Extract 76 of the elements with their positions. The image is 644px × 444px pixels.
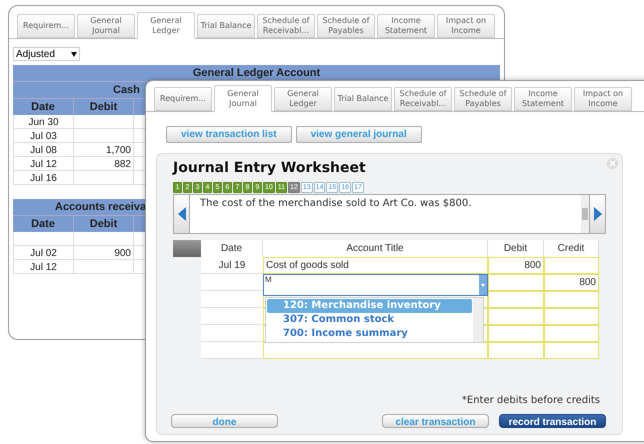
date-cell: Jul 03 — [13, 129, 74, 142]
next-button[interactable] — [589, 195, 605, 233]
tab[interactable]: Requirem... — [154, 87, 212, 111]
tab[interactable]: General Journal — [214, 85, 272, 112]
worksheet-title: Journal Entry Worksheet — [173, 159, 367, 178]
ledger-title: General Ledger Account — [13, 65, 500, 81]
close-icon[interactable] — [607, 158, 618, 169]
transaction-description: The cost of the merchandise sold to Art Co. was $800. — [199, 197, 472, 211]
date-cell: Jun 30 — [13, 115, 74, 128]
action-button[interactable]: record transaction — [499, 414, 606, 428]
debit-cell[interactable] — [488, 325, 544, 342]
dropdown-toggle[interactable] — [479, 275, 487, 295]
tab[interactable]: Schedule of Payables — [454, 87, 512, 111]
tab[interactable]: Schedule of Receivabl... — [394, 87, 452, 111]
action-button[interactable]: clear transaction — [382, 414, 489, 428]
column-header: Date — [201, 240, 263, 257]
view-dropdown[interactable]: Adjusted — [13, 47, 80, 61]
tab[interactable]: Income Statement — [514, 87, 572, 111]
dropdown-option[interactable]: 700: Income summary — [267, 327, 472, 341]
date-cell — [201, 342, 263, 359]
tab[interactable]: General Ledger — [137, 12, 195, 39]
account-cell[interactable]: Cost of goods sold — [263, 257, 488, 274]
left-arrow-icon — [178, 207, 186, 221]
tab[interactable]: Requirem... — [17, 14, 75, 38]
debit-cell[interactable] — [488, 291, 544, 308]
view-button[interactable]: view general journal — [296, 126, 422, 143]
date-cell: Jul 12 — [13, 260, 74, 273]
dropdown-caret-icon — [71, 52, 77, 56]
scrollbar — [473, 298, 483, 342]
column-header: Debit — [74, 216, 134, 232]
view-button[interactable]: view transaction list — [166, 126, 292, 143]
dropdown-option[interactable]: 307: Common stock — [267, 313, 472, 327]
date-cell: Jul 19 — [201, 257, 263, 274]
date-cell: Jul 16 — [13, 171, 74, 184]
tab[interactable]: General Journal — [77, 14, 135, 38]
column-header: Debit — [488, 240, 544, 257]
debit-cell: 1,700 — [74, 143, 134, 156]
right-arrow-icon — [594, 207, 602, 221]
account-cell[interactable] — [263, 342, 488, 359]
header-block — [173, 240, 201, 257]
date-cell: Jul 02 — [13, 246, 74, 259]
previous-button[interactable] — [174, 195, 190, 233]
column-header: Date — [13, 216, 74, 232]
column-header: Debit — [74, 99, 134, 115]
credit-cell[interactable]: 800 — [544, 274, 599, 291]
debit-cell: 882 — [74, 157, 134, 170]
tab[interactable]: Trial Balance — [197, 14, 255, 38]
dropdown-option[interactable]: 120: Merchandise inventory — [267, 299, 472, 313]
action-button[interactable]: done — [171, 414, 278, 428]
column-header: Account Title — [263, 240, 488, 257]
debit-cell[interactable] — [488, 274, 544, 291]
credit-cell[interactable] — [544, 342, 599, 359]
credit-cell[interactable] — [544, 291, 599, 308]
credit-cell[interactable] — [544, 257, 599, 274]
date-cell — [201, 274, 263, 291]
debit-cell[interactable] — [488, 342, 544, 359]
tab[interactable]: Trial Balance — [334, 87, 392, 111]
debit-cell[interactable] — [488, 308, 544, 325]
tab[interactable]: Impact on Income — [437, 14, 495, 38]
tab[interactable]: Schedule of Receivabl... — [257, 14, 315, 38]
tab[interactable]: Schedule of Payables — [317, 14, 375, 38]
tab[interactable]: Impact on Income — [574, 87, 632, 111]
tab[interactable]: General Ledger — [274, 87, 332, 111]
column-header: Credit — [544, 240, 599, 257]
account-input[interactable]: M — [263, 274, 488, 296]
date-cell: Jul 08 — [13, 143, 74, 156]
column-header: Date — [13, 99, 74, 115]
tab[interactable]: Income Statement — [377, 14, 435, 38]
scrollbar — [581, 195, 589, 233]
debit-cell[interactable]: 800 — [488, 257, 544, 274]
debit-cell: 900 — [74, 246, 134, 259]
credit-cell[interactable] — [544, 325, 599, 342]
date-cell: Jul 12 — [13, 157, 74, 170]
entry-note: *Enter debits before credits — [460, 394, 601, 408]
credit-cell[interactable] — [544, 308, 599, 325]
caret-icon — [481, 284, 485, 286]
